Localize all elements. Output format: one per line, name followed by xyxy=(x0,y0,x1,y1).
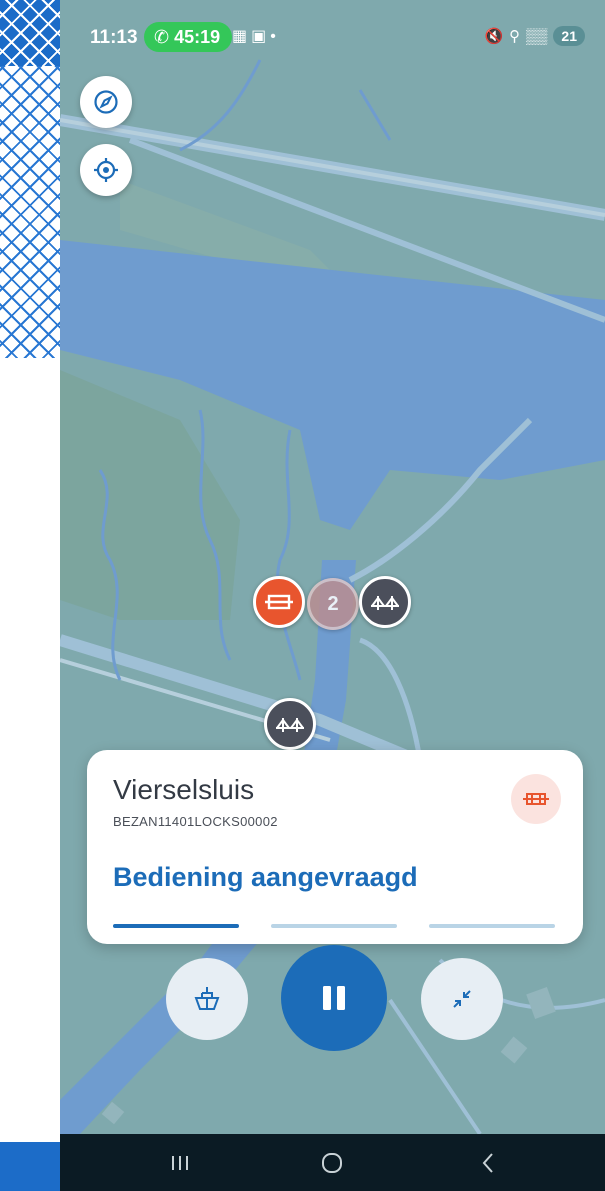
status-time: 11:13 xyxy=(90,27,138,48)
location-icon: ⚲ xyxy=(509,28,521,45)
recent-apps-button[interactable] xyxy=(140,1134,220,1191)
status-bar: 11:13 ✆ 45:19 ▦▣• 🔇 ⚲ ▒▒ 21 xyxy=(60,0,605,70)
lock-icon xyxy=(523,793,549,805)
notification-icons: ▦▣• xyxy=(232,26,280,46)
lattice-pattern-top xyxy=(0,0,60,66)
screen-record-icon: ▣ xyxy=(251,28,271,45)
request-status: Bediening aangevraagd xyxy=(113,862,418,892)
call-indicator[interactable]: ✆ 45:19 xyxy=(144,22,233,52)
pause-icon xyxy=(323,986,345,1010)
bridge-icon xyxy=(371,596,399,610)
compass-button[interactable] xyxy=(80,76,132,128)
home-button[interactable] xyxy=(292,1134,372,1191)
recent-apps-icon xyxy=(172,1155,188,1170)
progress-step-3 xyxy=(429,924,555,928)
phone-icon: ✆ xyxy=(154,26,170,47)
locate-button[interactable] xyxy=(80,144,132,196)
collapse-button[interactable] xyxy=(421,958,503,1040)
cluster-count: 2 xyxy=(327,592,339,615)
calendar-icon: ▦ xyxy=(232,28,252,45)
boat-button[interactable] xyxy=(166,958,248,1040)
compass-icon xyxy=(94,90,118,114)
lock-marker[interactable] xyxy=(253,576,305,628)
call-timer: 45:19 xyxy=(174,26,221,47)
mute-icon: 🔇 xyxy=(484,28,504,45)
battery-level: 21 xyxy=(561,28,577,44)
home-icon xyxy=(322,1152,342,1173)
bridge-marker[interactable] xyxy=(264,698,316,750)
lock-icon xyxy=(265,594,293,610)
bridge-marker[interactable] xyxy=(359,576,411,628)
object-info-card[interactable]: Vierselsluis BEZAN11401LOCKS00002 Bedien… xyxy=(87,750,583,944)
bridge-icon xyxy=(276,718,304,732)
back-button[interactable] xyxy=(448,1134,528,1191)
progress-step-2 xyxy=(271,924,397,928)
lattice-pattern xyxy=(0,66,60,358)
boat-icon xyxy=(194,987,220,1010)
object-type-badge xyxy=(511,774,561,824)
system-navigation-bar xyxy=(60,1134,605,1191)
signal-icon: ▒▒ xyxy=(526,27,548,45)
progress-step-1 xyxy=(113,924,239,928)
object-title: Vierselsluis xyxy=(113,774,255,805)
object-code: BEZAN11401LOCKS00002 xyxy=(113,814,278,829)
system-icons: 🔇 ⚲ ▒▒ 21 xyxy=(484,26,585,46)
background-decoration xyxy=(0,0,60,1191)
back-icon xyxy=(482,1152,493,1173)
phone-screen: 11:13 ✆ 45:19 ▦▣• 🔇 ⚲ ▒▒ 21 2 Vierselslu… xyxy=(60,0,605,1191)
cluster-marker[interactable]: 2 xyxy=(307,578,359,630)
pause-button[interactable] xyxy=(281,945,387,1051)
more-dot-icon: • xyxy=(270,28,280,45)
collapse-icon xyxy=(453,990,471,1008)
battery-icon: 21 xyxy=(553,26,585,46)
locate-icon xyxy=(94,158,118,182)
